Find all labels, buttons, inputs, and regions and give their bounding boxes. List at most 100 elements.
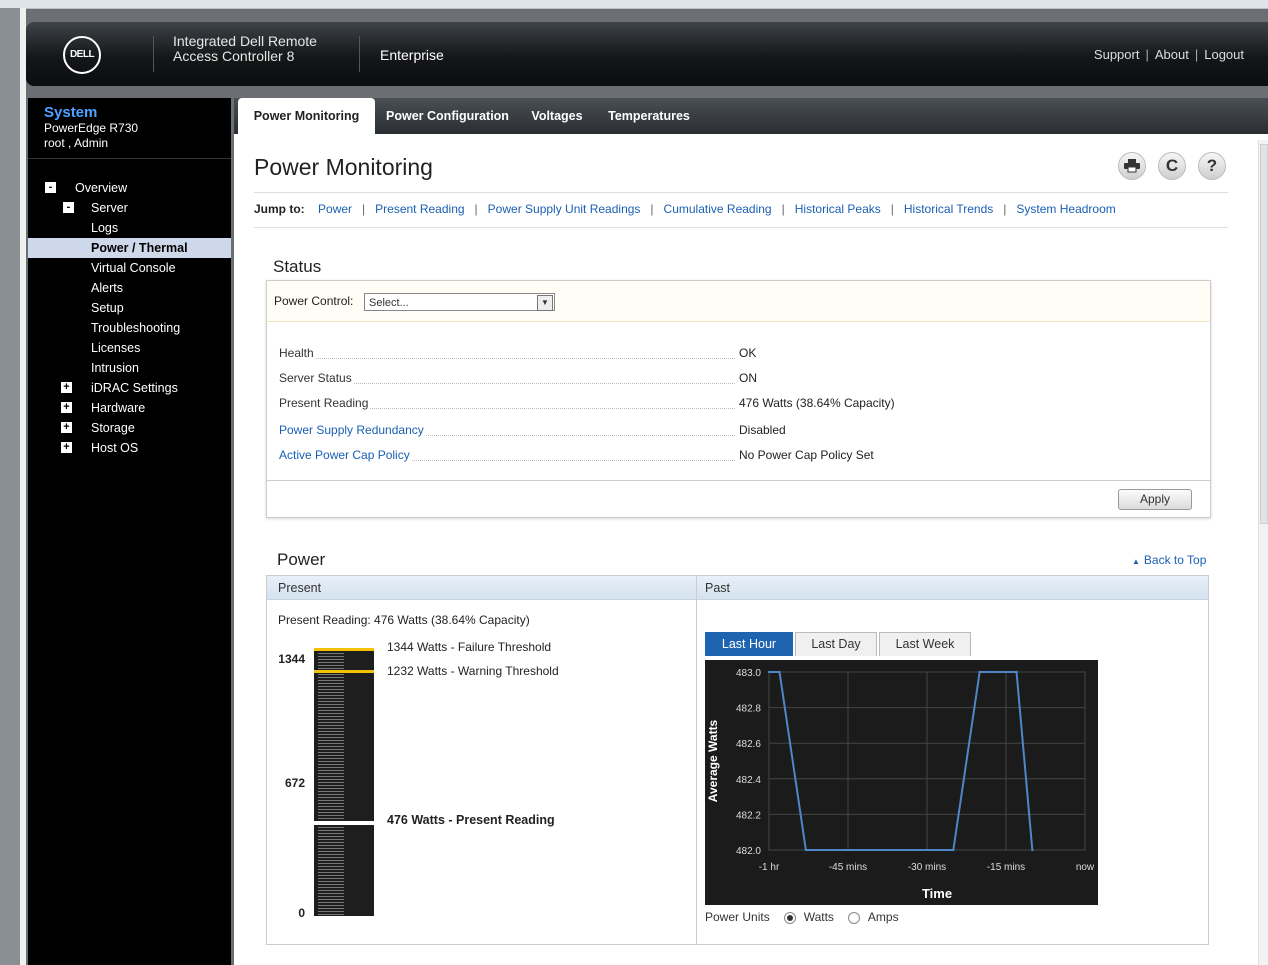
tree-item-label: Storage	[91, 421, 135, 435]
tree-item-alerts[interactable]: Alerts	[28, 278, 231, 298]
tree-item-idrac-settings[interactable]: + iDRAC Settings	[28, 378, 231, 398]
tree-item-power-thermal[interactable]: Power / Thermal	[28, 238, 231, 258]
tree-item-label: Hardware	[91, 401, 146, 415]
watts-radio[interactable]	[783, 911, 796, 924]
y-tick-label: 482.6	[736, 739, 761, 750]
page-title: Power Monitoring	[254, 154, 433, 180]
tree-item-intrusion[interactable]: Intrusion	[28, 358, 231, 378]
jump-link-psu-readings[interactable]: Power Supply Unit Readings	[488, 202, 641, 216]
tree-item-storage[interactable]: + Storage	[28, 418, 231, 438]
logout-link[interactable]: Logout	[1204, 47, 1244, 62]
data-point	[1031, 848, 1034, 852]
tree-item-troubleshooting[interactable]: Troubleshooting	[28, 318, 231, 338]
tab-power-configuration[interactable]: Power Configuration	[379, 98, 516, 134]
browser-strip	[0, 0, 1268, 9]
jump-link-cumulative-reading[interactable]: Cumulative Reading	[664, 202, 772, 216]
header-divider	[359, 36, 360, 72]
y-axis-title: Average Watts	[706, 719, 720, 802]
status-value: ON	[739, 371, 757, 385]
tree-item-label: Virtual Console	[91, 261, 176, 275]
sidebar: System PowerEdge R730 root , Admin - Ove…	[28, 98, 231, 965]
status-row-health: Health OK	[279, 346, 1199, 364]
power-control-value: Select...	[369, 297, 409, 309]
jump-to-bar: Jump to: Power | Present Reading | Power Sup…	[254, 192, 1228, 228]
amps-label: Amps	[867, 910, 899, 924]
tree-item-label: Licenses	[91, 341, 141, 355]
amps-radio[interactable]	[847, 911, 860, 924]
page-scrollbar[interactable]	[1258, 140, 1268, 965]
status-row-psu-redundancy: Power Supply Redundancy Disabled	[279, 423, 1199, 441]
expand-icon[interactable]: +	[61, 422, 72, 433]
tab-power-monitoring[interactable]: Power Monitoring	[238, 98, 375, 134]
window-edge	[0, 8, 20, 965]
y-tick-label: 482.8	[736, 704, 761, 715]
x-tick-label: -15 mins	[987, 862, 1025, 873]
jump-link-present-reading[interactable]: Present Reading	[375, 202, 464, 216]
power-title: Power	[277, 550, 326, 569]
y-tick-label: 482.2	[736, 810, 761, 821]
expand-icon[interactable]: +	[61, 402, 72, 413]
expand-icon[interactable]: +	[61, 442, 72, 453]
jump-link-system-headroom[interactable]: System Headroom	[1016, 202, 1115, 216]
tree-item-licenses[interactable]: Licenses	[28, 338, 231, 358]
data-point	[989, 670, 992, 674]
jump-link-historical-trends[interactable]: Historical Trends	[904, 202, 993, 216]
watts-label: Watts	[803, 910, 834, 924]
x-tick-label: -45 mins	[829, 862, 867, 873]
status-value: No Power Cap Policy Set	[739, 448, 874, 462]
back-to-top-label: Back to Top	[1143, 553, 1207, 567]
status-row-server-status: Server Status ON	[279, 371, 1199, 389]
refresh-icon[interactable]: C	[1158, 152, 1186, 180]
tab-voltages[interactable]: Voltages	[520, 98, 594, 134]
tree-item-overview[interactable]: - Overview	[28, 178, 231, 198]
apply-button[interactable]: Apply	[1118, 489, 1192, 510]
tree-item-hardware[interactable]: + Hardware	[28, 398, 231, 418]
back-to-top-link[interactable]: ▲ Back to Top	[1132, 553, 1206, 567]
tab-last-week[interactable]: Last Week	[879, 632, 971, 656]
tab-temperatures[interactable]: Temperatures	[598, 98, 700, 134]
gauge-max-label: 1344	[278, 652, 305, 666]
jump-label: Jump to:	[254, 202, 305, 216]
power-cap-policy-link[interactable]: Active Power Cap Policy	[279, 448, 412, 462]
jump-link-historical-peaks[interactable]: Historical Peaks	[795, 202, 881, 216]
product-name: Integrated Dell Remote Access Controller…	[173, 34, 348, 64]
window-edge-light	[20, 8, 26, 965]
collapse-icon[interactable]: -	[63, 202, 74, 213]
collapse-icon[interactable]: -	[45, 182, 56, 193]
power-control-select[interactable]: Select... ▼	[364, 293, 555, 311]
tree-item-label: Overview	[75, 181, 128, 195]
psu-redundancy-link[interactable]: Power Supply Redundancy	[279, 423, 426, 437]
tree-item-label: Server	[91, 201, 128, 215]
tab-last-day[interactable]: Last Day	[795, 632, 877, 656]
data-point	[978, 670, 981, 674]
past-header: Past	[697, 576, 1208, 600]
up-arrow-icon: ▲	[1132, 557, 1140, 566]
system-title[interactable]: System	[44, 104, 231, 121]
x-tick-label: -30 mins	[908, 862, 946, 873]
tree-item-host-os[interactable]: + Host OS	[28, 438, 231, 458]
tree-item-logs[interactable]: Logs	[28, 218, 231, 238]
expand-icon[interactable]: +	[61, 382, 72, 393]
main-panel: Power Monitoring Power Configuration Vol…	[234, 98, 1268, 965]
dropdown-arrow-icon[interactable]: ▼	[537, 295, 553, 311]
present-reading-text: Present Reading: 476 Watts (38.64% Capac…	[278, 613, 530, 627]
printer-icon[interactable]	[1118, 152, 1146, 180]
power-units-row: Power Units Watts Amps	[705, 910, 899, 924]
power-history-chart: 483.0 482.8 482.6 482.4 482.2 482.0 -1 hr -45 m…	[705, 660, 1098, 905]
tree-item-setup[interactable]: Setup	[28, 298, 231, 318]
product-name-line2: Access Controller 8	[173, 48, 295, 64]
power-units-label: Power Units	[705, 910, 770, 924]
system-summary: System PowerEdge R730 root , Admin	[28, 98, 231, 159]
scrollbar-thumb[interactable]	[1260, 144, 1268, 524]
tree-item-server[interactable]: - Server	[28, 198, 231, 218]
gauge-min-label: 0	[298, 906, 305, 920]
data-point	[804, 848, 808, 852]
tree-item-virtual-console[interactable]: Virtual Console	[28, 258, 231, 278]
support-link[interactable]: Support	[1094, 47, 1140, 62]
present-header: Present	[267, 576, 696, 600]
tab-last-hour[interactable]: Last Hour	[705, 632, 793, 656]
status-panel: Power Control: Select... ▼ Health OK Serv…	[266, 280, 1211, 518]
help-icon[interactable]: ?	[1198, 152, 1226, 180]
about-link[interactable]: About	[1155, 47, 1189, 62]
jump-link-power[interactable]: Power	[318, 202, 352, 216]
